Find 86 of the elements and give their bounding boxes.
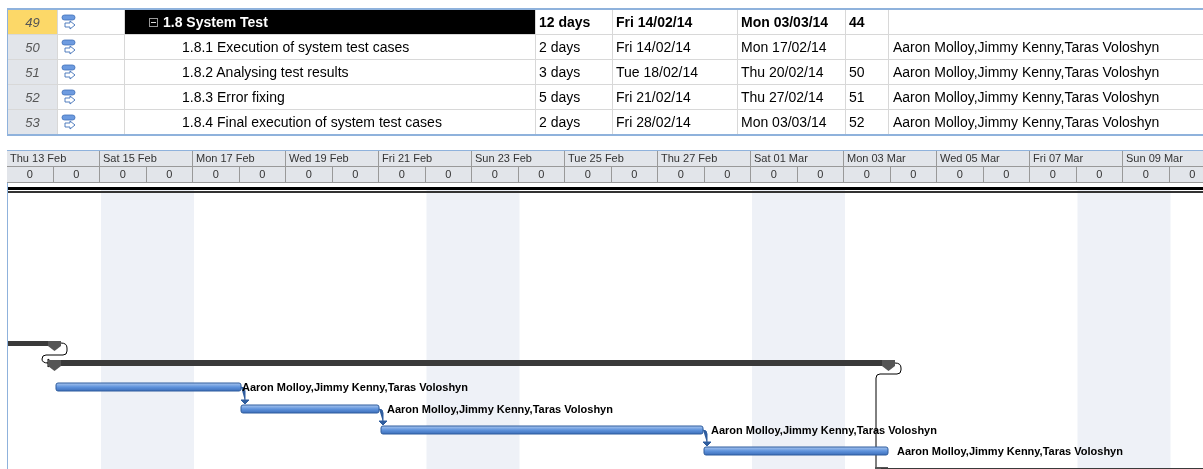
task-mode-icon	[61, 38, 78, 56]
timescale-value: 0	[1076, 167, 1123, 182]
timescale-value: 0	[379, 167, 426, 182]
finish-date: Mon 03/03/14	[741, 14, 829, 30]
task-mode-icon	[61, 88, 78, 106]
summary-bar	[8, 341, 61, 351]
resource-names: Aaron Molloy,Jimmy Kenny,Taras Voloshyn	[893, 89, 1160, 105]
timescale-value: 0	[844, 167, 891, 182]
finish-date: Mon 17/02/14	[741, 39, 827, 55]
start-date: Fri 14/02/14	[616, 39, 691, 55]
timescale-date: Fri 21 Feb	[379, 151, 472, 166]
resource-names: Aaron Molloy,Jimmy Kenny,Taras Voloshyn	[893, 39, 1160, 55]
task-name: 1.8.3 Error fixing	[182, 89, 285, 105]
timescale-value: 0	[100, 167, 147, 182]
duration-cell: 12 days	[539, 14, 591, 30]
bar-label: Aaron Molloy,Jimmy Kenny,Taras Voloshyn	[242, 381, 468, 393]
timescale-date: Sun 09 Mar	[1123, 151, 1203, 166]
timescale-value: 0	[1123, 167, 1170, 182]
task-name: 1.8 System Test	[163, 14, 268, 30]
collapse-icon[interactable]	[149, 17, 158, 27]
task-name: 1.8.2 Analysing test results	[182, 64, 349, 80]
timescale-value: 0	[611, 167, 658, 182]
predecessors-cell: 51	[849, 89, 865, 105]
resource-names: Aaron Molloy,Jimmy Kenny,Taras Voloshyn	[893, 64, 1160, 80]
link-arrow	[378, 408, 388, 426]
task-mode-icon	[61, 113, 78, 131]
timescale-value: 0	[53, 167, 100, 182]
finish-date: Mon 03/03/14	[741, 114, 827, 130]
start-date: Fri 14/02/14	[616, 14, 693, 30]
timescale-value: 0	[658, 167, 705, 182]
start-date: Fri 28/02/14	[616, 114, 691, 130]
timescale-date: Mon 03 Mar	[844, 151, 937, 166]
timescale-value: 0	[704, 167, 751, 182]
timescale-date: Fri 07 Mar	[1030, 151, 1123, 166]
timescale-value: 0	[7, 167, 54, 182]
resource-names: Aaron Molloy,Jimmy Kenny,Taras Voloshyn	[893, 114, 1160, 130]
task-name: 1.8.4 Final execution of system test cases	[182, 114, 442, 130]
row-number[interactable]: 50	[8, 35, 58, 59]
finish-date: Thu 27/02/14	[741, 89, 824, 105]
timescale-value: 0	[425, 167, 472, 182]
timescale-value: 0	[890, 167, 937, 182]
predecessors-cell: 50	[849, 64, 865, 80]
timescale-value: 0	[937, 167, 984, 182]
timescale-value: 0	[1030, 167, 1077, 182]
timescale-value: 0	[751, 167, 798, 182]
timescale-date: Sat 15 Feb	[100, 151, 193, 166]
timescale-date: Sat 01 Mar	[751, 151, 844, 166]
task-name: 1.8.1 Execution of system test cases	[182, 39, 410, 55]
bar-label: Aaron Molloy,Jimmy Kenny,Taras Voloshyn	[711, 424, 937, 436]
timescale-value: 0	[565, 167, 612, 182]
bar-label: Aaron Molloy,Jimmy Kenny,Taras Voloshyn	[387, 403, 613, 415]
timescale-date: Thu 13 Feb	[7, 151, 100, 166]
timescale-value: 0	[239, 167, 286, 182]
bar-label: Aaron Molloy,Jimmy Kenny,Taras Voloshyn	[897, 445, 1123, 457]
row-number[interactable]: 49	[8, 10, 58, 34]
row-number[interactable]: 51	[8, 60, 58, 84]
start-date: Tue 18/02/14	[616, 64, 698, 80]
link-arrow	[702, 429, 712, 447]
timescale-date: Wed 19 Feb	[286, 151, 379, 166]
timescale-date: Wed 05 Mar	[937, 151, 1030, 166]
timescale-date: Tue 25 Feb	[565, 151, 658, 166]
timescale-value: 0	[983, 167, 1030, 182]
predecessors-cell: 52	[849, 114, 865, 130]
timescale-date: Mon 17 Feb	[193, 151, 286, 166]
timescale-date: Sun 23 Feb	[472, 151, 565, 166]
timescale-value: 0	[193, 167, 240, 182]
timescale-value: 0	[146, 167, 193, 182]
duration-cell: 2 days	[539, 114, 581, 130]
start-date: Fri 21/02/14	[616, 89, 691, 105]
predecessors-cell: 44	[849, 14, 865, 30]
timescale-value: 0	[286, 167, 333, 182]
duration-cell: 5 days	[539, 89, 581, 105]
finish-date: Thu 20/02/14	[741, 64, 824, 80]
task-mode-icon	[61, 63, 78, 81]
timescale-value: 0	[332, 167, 379, 182]
timescale-date: Thu 27 Feb	[658, 151, 751, 166]
timescale-value: 0	[518, 167, 565, 182]
row-number[interactable]: 52	[8, 85, 58, 109]
task-mode-icon	[61, 13, 78, 31]
duration-cell: 3 days	[539, 64, 581, 80]
timescale-value: 0	[472, 167, 519, 182]
timescale-value: 0	[1169, 167, 1203, 182]
timescale-value: 0	[797, 167, 844, 182]
link-arrow	[41, 342, 68, 368]
row-number[interactable]: 53	[8, 110, 58, 134]
duration-cell: 2 days	[539, 39, 581, 55]
